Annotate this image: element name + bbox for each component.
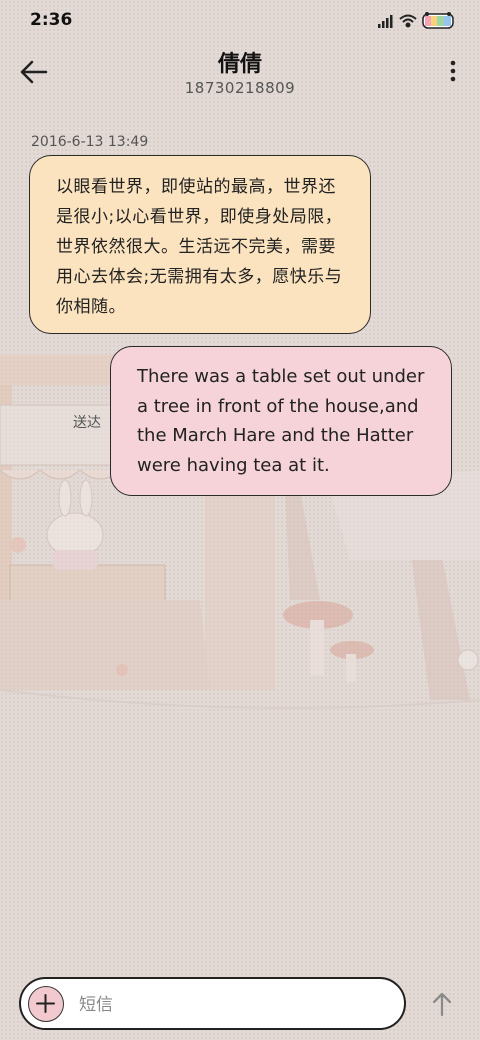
status-bar: 2:36 [0,0,480,40]
delivery-status: 送达 [73,415,101,431]
arrow-up-icon [432,992,452,1017]
contact-title: 倩倩 18730218809 [0,46,480,97]
send-button[interactable] [428,989,456,1019]
plus-icon [36,994,55,1013]
incoming-message-bubble[interactable]: 以眼看世界，即使站的最高，世界还是很小;以心看世界，即使身处局限，世界依然很大。… [29,155,371,334]
attach-button[interactable] [28,986,64,1022]
contact-phone-number: 18730218809 [184,79,296,97]
signal-icon [378,15,393,28]
message-timestamp: 2016-6-13 13:49 [31,134,149,150]
message-input[interactable] [77,989,381,1021]
status-icons [378,11,458,31]
contact-name: 倩倩 [217,52,262,77]
message-composer [19,977,406,1030]
status-time: 2:36 [30,10,73,30]
battery-icon [422,12,454,29]
wifi-icon [399,14,417,28]
more-vertical-icon [450,60,456,82]
outgoing-message-bubble[interactable]: There was a table set out under a tree i… [110,346,452,496]
conversation-header: 倩倩 18730218809 [0,44,480,104]
more-options-button[interactable] [448,58,458,84]
